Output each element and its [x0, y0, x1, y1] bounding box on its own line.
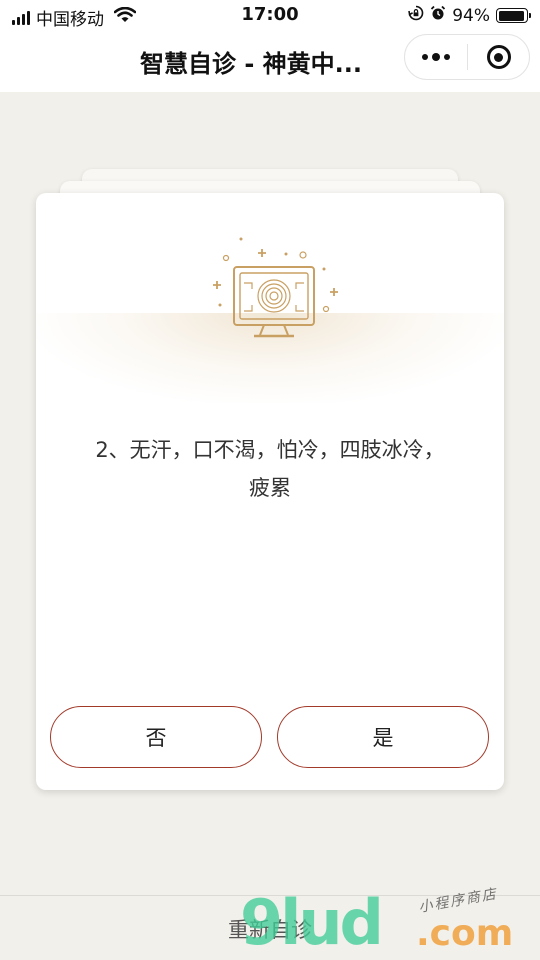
restart-diagnosis-button[interactable]: 重新自诊	[0, 914, 540, 944]
question-card: 2、无汗，口不渴，怕冷，四肢冰冷，疲累 否 是	[36, 193, 504, 790]
rotation-lock-icon	[408, 5, 424, 26]
watermark-tagline: 小程序商店	[417, 886, 499, 916]
diagnosis-monitor-icon	[213, 237, 338, 338]
yes-button[interactable]: 是	[277, 706, 489, 768]
battery-icon	[496, 8, 531, 23]
more-dots-icon[interactable]	[405, 53, 467, 61]
alarm-icon	[430, 5, 446, 26]
nav-bar: 智慧自诊 - 神黄中...	[0, 30, 540, 92]
page-title: 智慧自诊 - 神黄中...	[140, 50, 363, 78]
battery-percent: 94%	[452, 5, 490, 26]
no-button[interactable]: 否	[50, 706, 262, 768]
question-text: 2、无汗，口不渴，怕冷，四肢冰冷，疲累	[95, 438, 445, 500]
status-bar: 中国移动 17:00 94%	[0, 0, 540, 30]
status-right: 94%	[408, 5, 531, 26]
miniprogram-close-icon[interactable]	[468, 45, 529, 69]
miniprogram-capsule	[404, 34, 530, 80]
footer-divider	[0, 895, 540, 896]
